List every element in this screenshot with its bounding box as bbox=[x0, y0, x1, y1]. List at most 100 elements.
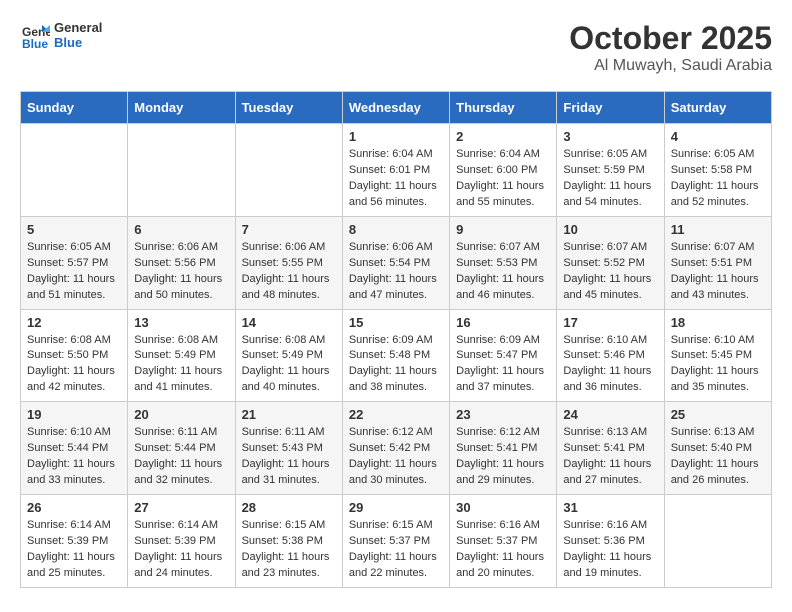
day-number: 17 bbox=[563, 315, 657, 330]
calendar-cell: 14 Sunrise: 6:08 AMSunset: 5:49 PMDayligh… bbox=[235, 309, 342, 402]
weekday-header: Thursday bbox=[450, 92, 557, 124]
day-info: Sunrise: 6:16 AMSunset: 5:37 PMDaylight:… bbox=[456, 518, 550, 582]
calendar-cell: 4Sunrise: 6:05 AMSunset: 5:58 PMDaylight… bbox=[664, 124, 771, 217]
calendar-cell: 28Sunrise: 6:15 AMSunset: 5:38 PMDayligh… bbox=[235, 495, 342, 588]
day-number: 24 bbox=[563, 407, 657, 422]
calendar-week-row: 19 Sunrise: 6:10 AMSunset: 5:44 PMDayligh… bbox=[21, 402, 772, 495]
day-info: Sunrise: 6:04 AMSunset: 6:01 PMDaylight:… bbox=[349, 147, 443, 211]
calendar-cell: 5 Sunrise: 6:05 AMSunset: 5:57 PMDaylight… bbox=[21, 216, 128, 309]
day-info: Sunrise: 6:16 AMSunset: 5:36 PMDaylight:… bbox=[563, 518, 657, 582]
day-info: Sunrise: 6:10 AMSunset: 5:44 PMDaylight:… bbox=[27, 425, 121, 489]
day-info: Sunrise: 6:11 AMSunset: 5:44 PMDaylight:… bbox=[134, 425, 228, 489]
calendar-cell bbox=[235, 124, 342, 217]
day-number: 6 bbox=[134, 222, 228, 237]
day-number: 19 bbox=[27, 407, 121, 422]
calendar-cell: 15Sunrise: 6:09 AMSunset: 5:48 PMDayligh… bbox=[342, 309, 449, 402]
calendar-cell: 26 Sunrise: 6:14 AMSunset: 5:39 PMDayligh… bbox=[21, 495, 128, 588]
day-number: 30 bbox=[456, 500, 550, 515]
day-number: 29 bbox=[349, 500, 443, 515]
day-number: 4 bbox=[671, 129, 765, 144]
day-info: Sunrise: 6:06 AMSunset: 5:56 PMDaylight:… bbox=[134, 240, 228, 304]
calendar-table: SundayMondayTuesdayWednesdayThursdayFrid… bbox=[20, 91, 772, 588]
weekday-header: Tuesday bbox=[235, 92, 342, 124]
day-number: 18 bbox=[671, 315, 765, 330]
weekday-header: Sunday bbox=[21, 92, 128, 124]
day-info: Sunrise: 6:05 AMSunset: 5:57 PMDaylight:… bbox=[27, 240, 121, 304]
day-number: 27 bbox=[134, 500, 228, 515]
calendar-cell: 12Sunrise: 6:08 AMSunset: 5:50 PMDayligh… bbox=[21, 309, 128, 402]
logo-line2: Blue bbox=[54, 35, 102, 50]
calendar-cell: 7Sunrise: 6:06 AMSunset: 5:55 PMDaylight… bbox=[235, 216, 342, 309]
day-number: 28 bbox=[242, 500, 336, 515]
calendar-cell: 21 Sunrise: 6:11 AMSunset: 5:43 PMDayligh… bbox=[235, 402, 342, 495]
day-info: Sunrise: 6:11 AMSunset: 5:43 PMDaylight:… bbox=[242, 425, 336, 489]
day-info: Sunrise: 6:05 AMSunset: 5:59 PMDaylight:… bbox=[563, 147, 657, 211]
calendar-cell: 24Sunrise: 6:13 AMSunset: 5:41 PMDayligh… bbox=[557, 402, 664, 495]
day-info: Sunrise: 6:14 AMSunset: 5:39 PMDaylight:… bbox=[27, 518, 121, 582]
day-info: Sunrise: 6:08 AMSunset: 5:49 PMDaylight:… bbox=[242, 333, 336, 397]
day-number: 7 bbox=[242, 222, 336, 237]
calendar-cell: 27 Sunrise: 6:14 AMSunset: 5:39 PMDayligh… bbox=[128, 495, 235, 588]
calendar-header-row: SundayMondayTuesdayWednesdayThursdayFrid… bbox=[21, 92, 772, 124]
svg-text:Blue: Blue bbox=[22, 37, 48, 50]
calendar-cell: 6 Sunrise: 6:06 AMSunset: 5:56 PMDaylight… bbox=[128, 216, 235, 309]
day-number: 11 bbox=[671, 222, 765, 237]
calendar-cell: 11Sunrise: 6:07 AMSunset: 5:51 PMDayligh… bbox=[664, 216, 771, 309]
day-info: Sunrise: 6:07 AMSunset: 5:52 PMDaylight:… bbox=[563, 240, 657, 304]
day-number: 8 bbox=[349, 222, 443, 237]
calendar-cell bbox=[21, 124, 128, 217]
day-info: Sunrise: 6:07 AMSunset: 5:53 PMDaylight:… bbox=[456, 240, 550, 304]
calendar-cell bbox=[664, 495, 771, 588]
weekday-header: Wednesday bbox=[342, 92, 449, 124]
day-info: Sunrise: 6:13 AMSunset: 5:40 PMDaylight:… bbox=[671, 425, 765, 489]
day-info: Sunrise: 6:15 AMSunset: 5:37 PMDaylight:… bbox=[349, 518, 443, 582]
day-number: 16 bbox=[456, 315, 550, 330]
calendar-cell: 25 Sunrise: 6:13 AMSunset: 5:40 PMDayligh… bbox=[664, 402, 771, 495]
day-info: Sunrise: 6:04 AMSunset: 6:00 PMDaylight:… bbox=[456, 147, 550, 211]
day-number: 14 bbox=[242, 315, 336, 330]
month-title: October 2025 bbox=[569, 20, 772, 57]
day-number: 3 bbox=[563, 129, 657, 144]
calendar-week-row: 26 Sunrise: 6:14 AMSunset: 5:39 PMDayligh… bbox=[21, 495, 772, 588]
calendar-cell: 8 Sunrise: 6:06 AMSunset: 5:54 PMDaylight… bbox=[342, 216, 449, 309]
day-info: Sunrise: 6:12 AMSunset: 5:41 PMDaylight:… bbox=[456, 425, 550, 489]
day-number: 10 bbox=[563, 222, 657, 237]
calendar-week-row: 1 Sunrise: 6:04 AMSunset: 6:01 PMDaylight… bbox=[21, 124, 772, 217]
calendar-cell: 31 Sunrise: 6:16 AMSunset: 5:36 PMDayligh… bbox=[557, 495, 664, 588]
logo: General Blue General Blue bbox=[20, 20, 102, 50]
logo-line1: General bbox=[54, 20, 102, 35]
day-number: 13 bbox=[134, 315, 228, 330]
day-info: Sunrise: 6:09 AMSunset: 5:47 PMDaylight:… bbox=[456, 333, 550, 397]
day-number: 23 bbox=[456, 407, 550, 422]
day-number: 25 bbox=[671, 407, 765, 422]
day-number: 20 bbox=[134, 407, 228, 422]
weekday-header: Friday bbox=[557, 92, 664, 124]
day-number: 5 bbox=[27, 222, 121, 237]
calendar-cell: 9Sunrise: 6:07 AMSunset: 5:53 PMDaylight… bbox=[450, 216, 557, 309]
calendar-cell: 10 Sunrise: 6:07 AMSunset: 5:52 PMDayligh… bbox=[557, 216, 664, 309]
day-info: Sunrise: 6:14 AMSunset: 5:39 PMDaylight:… bbox=[134, 518, 228, 582]
day-number: 12 bbox=[27, 315, 121, 330]
calendar-cell: 18 Sunrise: 6:10 AMSunset: 5:45 PMDayligh… bbox=[664, 309, 771, 402]
day-number: 21 bbox=[242, 407, 336, 422]
calendar-cell: 16 Sunrise: 6:09 AMSunset: 5:47 PMDayligh… bbox=[450, 309, 557, 402]
calendar-week-row: 12Sunrise: 6:08 AMSunset: 5:50 PMDayligh… bbox=[21, 309, 772, 402]
day-info: Sunrise: 6:06 AMSunset: 5:54 PMDaylight:… bbox=[349, 240, 443, 304]
calendar-cell: 19 Sunrise: 6:10 AMSunset: 5:44 PMDayligh… bbox=[21, 402, 128, 495]
title-block: October 2025 Al Muwayh, Saudi Arabia bbox=[569, 20, 772, 75]
day-number: 31 bbox=[563, 500, 657, 515]
day-info: Sunrise: 6:12 AMSunset: 5:42 PMDaylight:… bbox=[349, 425, 443, 489]
calendar-cell: 20 Sunrise: 6:11 AMSunset: 5:44 PMDayligh… bbox=[128, 402, 235, 495]
logo-icon: General Blue bbox=[20, 20, 50, 50]
calendar-cell: 29 Sunrise: 6:15 AMSunset: 5:37 PMDayligh… bbox=[342, 495, 449, 588]
page-header: General Blue General Blue October 2025 A… bbox=[20, 20, 772, 75]
weekday-header: Monday bbox=[128, 92, 235, 124]
day-number: 1 bbox=[349, 129, 443, 144]
location: Al Muwayh, Saudi Arabia bbox=[569, 57, 772, 75]
calendar-cell: 23 Sunrise: 6:12 AMSunset: 5:41 PMDayligh… bbox=[450, 402, 557, 495]
day-info: Sunrise: 6:10 AMSunset: 5:45 PMDaylight:… bbox=[671, 333, 765, 397]
day-number: 26 bbox=[27, 500, 121, 515]
calendar-cell: 22Sunrise: 6:12 AMSunset: 5:42 PMDayligh… bbox=[342, 402, 449, 495]
calendar-cell bbox=[128, 124, 235, 217]
calendar-cell: 2Sunrise: 6:04 AMSunset: 6:00 PMDaylight… bbox=[450, 124, 557, 217]
